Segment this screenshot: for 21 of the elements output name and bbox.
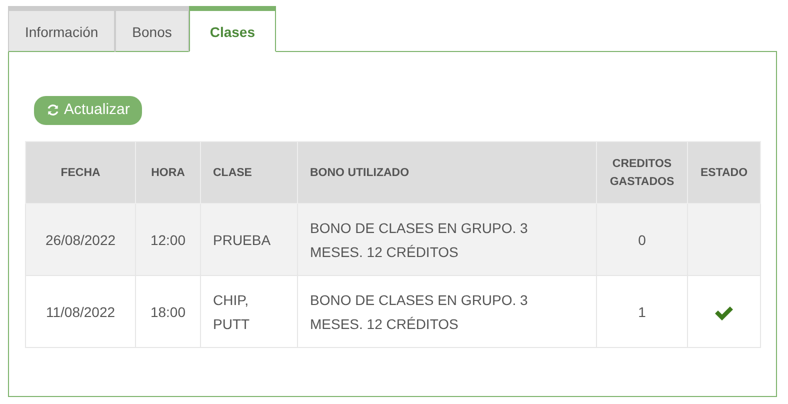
table-cell: 26/08/2022 [26,204,136,276]
table-cell: CHIP, PUTT [200,276,298,348]
table-cell: 11/08/2022 [26,276,136,348]
column-header: ESTADO [688,142,760,204]
table-cell: 0 [596,204,688,276]
table-cell: 18:00 [136,276,200,348]
tab[interactable]: Información [8,6,116,52]
tab[interactable]: Clases [188,6,276,52]
refresh-icon [46,103,60,117]
column-header: CREDITOS GASTADOS [596,142,688,204]
tab[interactable]: Bonos [115,6,189,52]
table-cell: PRUEBA [200,204,298,276]
table-cell: BONO DE CLASES EN GRUPO. 3 MESES. 12 CRÉDITOS [298,204,596,276]
table-cell: 12:00 [136,204,200,276]
table-cell: 1 [596,276,688,348]
column-header: BONO UTILIZADO [298,142,596,204]
column-header: HORA [136,142,200,204]
table-cell: BONO DE CLASES EN GRUPO. 3 MESES. 12 CRÉDITOS [298,276,596,348]
checkmark-icon [714,304,734,321]
column-header: FECHA [26,142,136,204]
column-header: CLASE [200,142,298,204]
